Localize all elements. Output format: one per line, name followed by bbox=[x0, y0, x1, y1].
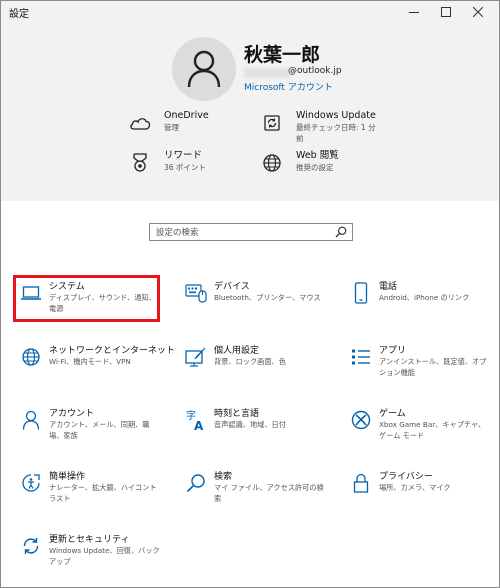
quick-link-windows-update[interactable]: Windows Update 最終チェック日時: 1 分前 bbox=[260, 109, 376, 144]
settings-search-input[interactable]: 設定の検索 bbox=[149, 223, 353, 241]
account-header: 秋葉一郎 @outlook.jp Microsoft アカウント OneDriv… bbox=[1, 23, 499, 201]
web-browsing-subtitle: 推奨の設定 bbox=[296, 163, 334, 172]
xbox-icon bbox=[349, 408, 373, 432]
close-icon bbox=[473, 7, 483, 17]
category-phone[interactable]: 電話 Android、iPhone のリンク bbox=[343, 275, 493, 325]
quick-link-rewards[interactable]: リワード 36 ポイント bbox=[128, 149, 206, 175]
category-ease-of-access[interactable]: 簡単操作 ナレーター、拡大鏡、ハイコントラスト bbox=[13, 465, 163, 515]
quick-link-onedrive[interactable]: OneDrive 管理 bbox=[128, 109, 209, 135]
window-title: 設定 bbox=[9, 9, 29, 20]
category-title: 簡単操作 bbox=[49, 472, 86, 482]
category-title: ゲーム bbox=[379, 409, 406, 419]
search-icon[interactable] bbox=[333, 224, 349, 240]
category-desc: アカウント、メール、同期、職場、家族 bbox=[49, 420, 150, 440]
avatar[interactable] bbox=[172, 37, 236, 101]
user-email: @outlook.jp bbox=[288, 66, 342, 76]
maximize-button[interactable] bbox=[431, 1, 461, 23]
category-privacy[interactable]: プライバシー 場所、カメラ、マイク bbox=[343, 465, 493, 515]
category-time-language[interactable]: 字A 時刻と言語 音声認識、地域、日付 bbox=[178, 402, 328, 452]
person-icon bbox=[19, 408, 43, 432]
category-title: 時刻と言語 bbox=[214, 409, 260, 419]
globe-icon bbox=[19, 345, 43, 369]
category-network[interactable]: ネットワークとインターネット Wi-Fi、機内モード、VPN bbox=[13, 339, 175, 389]
category-search[interactable]: 検索 マイ ファイル、アクセス許可の検索 bbox=[178, 465, 328, 515]
update-icon bbox=[19, 534, 43, 558]
category-update-security[interactable]: 更新とセキュリティ Windows Update、回復、バックアップ bbox=[13, 528, 163, 578]
windows-update-title: Windows Update bbox=[296, 110, 376, 121]
globe-icon bbox=[260, 151, 284, 175]
minimize-icon bbox=[409, 12, 419, 13]
category-desc: 場所、カメラ、マイク bbox=[379, 483, 451, 492]
search-icon bbox=[184, 471, 208, 495]
laptop-icon bbox=[19, 281, 43, 305]
category-title: アカウント bbox=[49, 409, 95, 419]
onedrive-title: OneDrive bbox=[164, 110, 209, 121]
category-desc: Xbox Game Bar、キャプチャ、ゲーム モード bbox=[379, 420, 486, 440]
category-desc: マイ ファイル、アクセス許可の検索 bbox=[214, 483, 324, 503]
person-icon bbox=[187, 50, 221, 88]
category-title: アプリ bbox=[379, 346, 407, 356]
close-button[interactable] bbox=[463, 1, 493, 23]
sync-icon bbox=[260, 111, 284, 135]
quick-link-web-browsing[interactable]: Web 閲覧 推奨の設定 bbox=[260, 149, 339, 175]
category-title: 検索 bbox=[214, 472, 233, 482]
category-title: システム bbox=[49, 282, 85, 292]
svg-text:A: A bbox=[194, 419, 204, 431]
category-title: プライバシー bbox=[379, 472, 433, 482]
category-desc: Android、iPhone のリンク bbox=[379, 293, 470, 302]
title-bar: 設定 bbox=[1, 1, 499, 23]
category-title: 個人用設定 bbox=[214, 346, 260, 356]
user-name: 秋葉一郎 bbox=[244, 44, 321, 66]
language-icon: 字A bbox=[184, 408, 208, 432]
category-devices[interactable]: デバイス Bluetooth、プリンター、マウス bbox=[178, 275, 328, 325]
web-browsing-title: Web 閲覧 bbox=[296, 150, 339, 161]
category-title: ネットワークとインターネット bbox=[49, 346, 176, 356]
cloud-icon bbox=[128, 111, 152, 135]
category-title: デバイス bbox=[214, 282, 250, 292]
category-system[interactable]: システム ディスプレイ、サウンド、通知、電源 bbox=[13, 275, 163, 325]
category-desc: 音声認識、地域、日付 bbox=[214, 420, 286, 429]
category-desc: Bluetooth、プリンター、マウス bbox=[214, 293, 321, 302]
minimize-button[interactable] bbox=[399, 1, 429, 23]
rewards-title: リワード bbox=[164, 150, 203, 161]
phone-icon bbox=[349, 281, 373, 305]
windows-update-subtitle: 最終チェック日時: 1 分前 bbox=[296, 123, 376, 143]
category-apps[interactable]: アプリ アンインストール、既定値、オプション機能 bbox=[343, 339, 493, 389]
category-title: 電話 bbox=[379, 282, 398, 292]
settings-window: 設定 秋葉一郎 @outlook.jp Microsoft アカウント OneD… bbox=[0, 0, 500, 588]
accessibility-icon bbox=[19, 471, 43, 495]
keyboard-icon bbox=[184, 281, 208, 305]
maximize-icon bbox=[441, 7, 451, 17]
apps-list-icon bbox=[349, 345, 373, 369]
search-placeholder: 設定の検索 bbox=[156, 228, 199, 238]
microsoft-account-link[interactable]: Microsoft アカウント bbox=[244, 80, 333, 93]
medal-icon bbox=[128, 151, 152, 175]
rewards-subtitle: 36 ポイント bbox=[164, 163, 206, 172]
category-gaming[interactable]: ゲーム Xbox Game Bar、キャプチャ、ゲーム モード bbox=[343, 402, 493, 452]
category-desc: Wi-Fi、機内モード、VPN bbox=[49, 357, 131, 366]
category-desc: 背景、ロック画面、色 bbox=[214, 357, 286, 366]
category-desc: Windows Update、回復、バックアップ bbox=[49, 546, 160, 566]
category-title: 更新とセキュリティ bbox=[49, 535, 130, 545]
category-desc: ディスプレイ、サウンド、通知、電源 bbox=[49, 293, 156, 313]
category-desc: アンインストール、既定値、オプション機能 bbox=[379, 357, 487, 377]
category-personalization[interactable]: 個人用設定 背景、ロック画面、色 bbox=[178, 339, 328, 389]
category-desc: ナレーター、拡大鏡、ハイコントラスト bbox=[49, 483, 157, 503]
email-redacted bbox=[244, 68, 290, 78]
paint-icon bbox=[184, 345, 208, 369]
onedrive-subtitle: 管理 bbox=[164, 123, 179, 132]
category-accounts[interactable]: アカウント アカウント、メール、同期、職場、家族 bbox=[13, 402, 163, 452]
lock-icon bbox=[349, 471, 373, 495]
